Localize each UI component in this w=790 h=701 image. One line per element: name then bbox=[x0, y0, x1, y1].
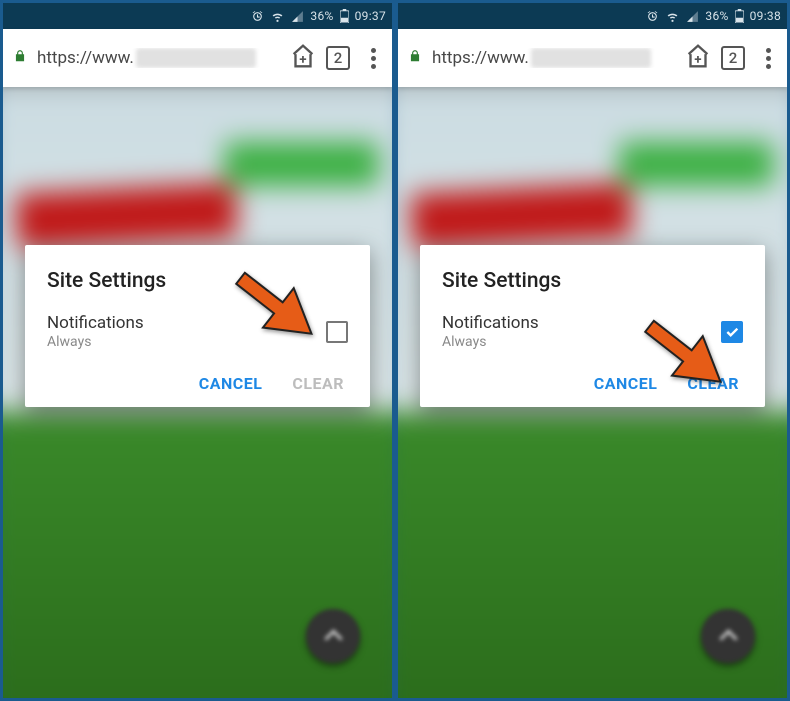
status-bar: 36% 09:38 bbox=[398, 3, 787, 29]
battery-icon bbox=[340, 9, 349, 23]
url-scheme: https:// bbox=[432, 48, 487, 68]
instruction-arrow bbox=[630, 309, 740, 403]
url-text[interactable]: https://www. bbox=[432, 48, 673, 68]
lock-icon bbox=[408, 48, 422, 68]
dialog-actions: CANCEL CLEAR bbox=[47, 374, 348, 393]
alarm-icon bbox=[646, 10, 659, 23]
battery-percent: 36% bbox=[705, 9, 728, 23]
dialog-title: Site Settings bbox=[442, 269, 743, 293]
lock-icon bbox=[13, 48, 27, 68]
home-add-icon[interactable]: + bbox=[288, 41, 318, 75]
screenshot-left: P 36% 09:37 https://www. + 2 Site Settin… bbox=[0, 0, 395, 701]
screenshot-right: C 36% 09:38 https://www. + 2 Site Settin… bbox=[395, 0, 790, 701]
menu-icon[interactable] bbox=[759, 48, 777, 69]
url-scheme: https:// bbox=[37, 48, 92, 68]
signal-icon bbox=[686, 10, 699, 23]
menu-icon[interactable] bbox=[364, 48, 382, 69]
wifi-icon bbox=[665, 10, 680, 23]
url-host-redacted bbox=[531, 48, 651, 68]
svg-text:+: + bbox=[694, 53, 701, 68]
battery-icon bbox=[735, 9, 744, 23]
clock-time: 09:37 bbox=[355, 9, 386, 23]
clock-time: 09:38 bbox=[750, 9, 781, 23]
signal-icon bbox=[291, 10, 304, 23]
address-bar[interactable]: https://www. + 2 bbox=[3, 29, 392, 87]
scroll-top-fab[interactable] bbox=[701, 609, 755, 663]
status-bar: 36% 09:37 bbox=[3, 3, 392, 29]
svg-text:+: + bbox=[299, 53, 306, 68]
tab-count-button[interactable]: 2 bbox=[326, 46, 350, 70]
clear-button[interactable]: CLEAR bbox=[292, 374, 344, 393]
address-bar[interactable]: https://www. + 2 bbox=[398, 29, 787, 87]
instruction-arrow bbox=[221, 261, 331, 355]
tab-count-button[interactable]: 2 bbox=[721, 46, 745, 70]
url-text[interactable]: https://www. bbox=[37, 48, 278, 68]
battery-percent: 36% bbox=[310, 9, 333, 23]
wifi-icon bbox=[270, 10, 285, 23]
url-host-prefix: www. bbox=[487, 48, 529, 68]
alarm-icon bbox=[251, 10, 264, 23]
home-add-icon[interactable]: + bbox=[683, 41, 713, 75]
cancel-button[interactable]: CANCEL bbox=[199, 374, 263, 393]
url-host-redacted bbox=[136, 48, 256, 68]
scroll-top-fab[interactable] bbox=[306, 609, 360, 663]
url-host-prefix: www. bbox=[92, 48, 134, 68]
